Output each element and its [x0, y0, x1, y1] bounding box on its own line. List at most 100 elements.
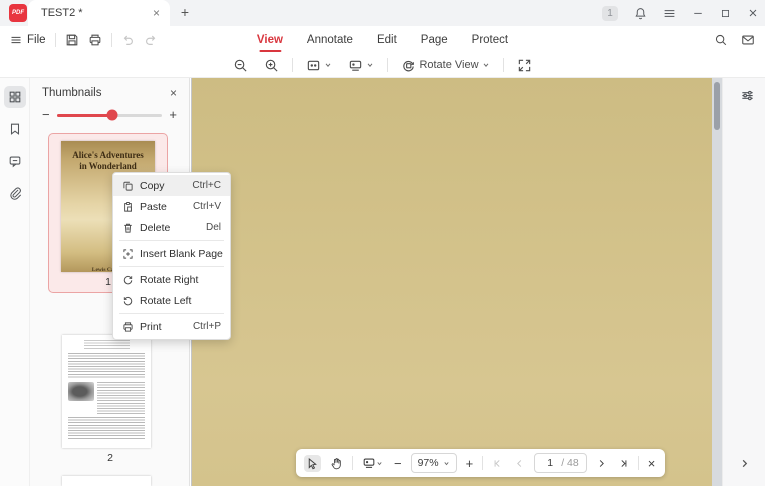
first-page-button[interactable] — [490, 456, 505, 471]
context-menu-rotate-left[interactable]: Rotate Left — [113, 290, 230, 311]
divider — [292, 58, 294, 72]
search-icon[interactable] — [714, 33, 728, 47]
rotate-view-label: Rotate View — [419, 59, 479, 71]
select-tool-icon[interactable] — [304, 454, 321, 472]
fullscreen-icon[interactable] — [514, 56, 535, 75]
context-menu-copy[interactable]: Copy Ctrl+C — [113, 175, 230, 196]
document-page-view[interactable] — [191, 78, 712, 486]
menu-page[interactable]: Page — [421, 26, 448, 53]
context-menu-rotate-right[interactable]: Rotate Right — [113, 269, 230, 290]
view-toolbar: Rotate View — [0, 53, 765, 78]
cover-title-line2: in Wonderland — [79, 160, 137, 171]
context-menu: Copy Ctrl+C Paste Ctrl+V Delete Del Inse… — [112, 172, 231, 340]
trash-icon — [121, 222, 134, 234]
menu-annotate[interactable]: Annotate — [307, 26, 353, 53]
page-number-input[interactable] — [542, 457, 559, 469]
maximize-button[interactable] — [720, 8, 731, 19]
scrollbar-thumb[interactable] — [714, 82, 720, 130]
bookmarks-panel-icon[interactable] — [4, 118, 26, 140]
page-2-inline-image — [68, 382, 94, 401]
context-menu-delete[interactable]: Delete Del — [113, 217, 230, 238]
page-display-dropdown[interactable] — [345, 56, 377, 75]
save-icon[interactable] — [65, 33, 79, 47]
expand-panel-chevron-icon[interactable] — [740, 459, 749, 468]
document-tab[interactable]: TEST2 * × — [28, 0, 170, 26]
hand-tool-icon[interactable] — [328, 455, 345, 472]
hamburger-menu-icon[interactable] — [663, 7, 676, 20]
zoom-out-button[interactable]: − — [392, 454, 404, 473]
page-3-thumbnail-partial[interactable] — [62, 476, 151, 486]
slider-minus-button[interactable]: − — [42, 108, 50, 121]
thumbnails-close-icon[interactable]: × — [170, 86, 177, 100]
zoom-out-icon[interactable] — [230, 56, 251, 75]
cover-title-line1: Alice's Adventures — [72, 150, 144, 160]
divider — [54, 32, 56, 47]
rotate-view-icon — [403, 60, 415, 71]
slider-handle[interactable] — [106, 109, 118, 121]
zoom-level-dropdown[interactable]: 97% — [410, 453, 457, 473]
context-menu-insert-blank-page[interactable]: Insert Blank Page — [113, 243, 230, 264]
new-tab-button[interactable]: + — [176, 4, 194, 20]
document-scrollbar[interactable] — [712, 78, 722, 486]
divider — [352, 456, 353, 470]
divider — [482, 456, 484, 470]
context-menu-print[interactable]: Print Ctrl+P — [113, 316, 230, 337]
rotate-left-icon — [121, 295, 134, 307]
context-menu-divider — [119, 313, 224, 314]
tab-close-icon[interactable]: × — [151, 6, 162, 20]
menu-view[interactable]: View — [257, 26, 283, 53]
main-menu: View Annotate Edit Page Protect — [257, 26, 508, 53]
context-menu-paste[interactable]: Paste Ctrl+V — [113, 196, 230, 217]
print-icon[interactable] — [88, 33, 102, 47]
close-window-button[interactable] — [747, 7, 759, 19]
slider-fill — [56, 113, 112, 117]
bell-icon[interactable] — [634, 7, 647, 20]
insert-blank-page-icon — [121, 248, 134, 260]
rotate-view-dropdown[interactable]: Rotate View — [398, 56, 492, 75]
pdf-editor-window: PDF TEST2 * × + 1 File View Annotate Edi… — [0, 0, 765, 486]
menu-edit[interactable]: Edit — [377, 26, 397, 53]
next-page-button[interactable] — [594, 456, 609, 471]
file-menu-button[interactable]: File — [10, 34, 46, 46]
page-total-label: / 48 — [561, 457, 579, 469]
slider-plus-button[interactable]: + — [169, 108, 177, 121]
page-2-thumbnail[interactable] — [62, 335, 151, 448]
right-panel-strip — [722, 78, 765, 486]
page-number-box: / 48 — [534, 453, 587, 473]
menu-bar: File View Annotate Edit Page Protect — [0, 26, 765, 53]
view-settings-icon[interactable] — [740, 88, 755, 103]
comments-panel-icon[interactable] — [4, 150, 26, 172]
copy-icon — [121, 180, 134, 192]
fit-page-dropdown[interactable] — [303, 56, 335, 75]
attachments-panel-icon[interactable] — [4, 182, 26, 204]
thumbnails-panel-icon[interactable] — [3, 86, 26, 108]
context-menu-divider — [119, 240, 224, 241]
undo-icon[interactable] — [121, 33, 135, 47]
notification-badge[interactable]: 1 — [602, 5, 618, 21]
previous-page-button[interactable] — [512, 456, 527, 471]
thumbnail-size-slider: − + — [42, 108, 177, 121]
minimize-button[interactable] — [692, 7, 704, 19]
last-page-button[interactable] — [616, 456, 631, 471]
title-bar: PDF TEST2 * × + 1 — [0, 0, 765, 26]
print-icon — [121, 321, 134, 333]
file-menu-label: File — [27, 33, 46, 46]
redo-icon[interactable] — [144, 33, 158, 47]
close-toolbar-button[interactable]: × — [646, 454, 658, 473]
divider — [387, 58, 389, 72]
mail-icon[interactable] — [741, 33, 755, 47]
tab-title: TEST2 * — [41, 7, 83, 19]
divider — [637, 456, 639, 470]
divider — [502, 58, 504, 72]
zoom-in-icon[interactable] — [261, 56, 282, 75]
page-2-number: 2 — [107, 452, 113, 464]
menu-protect[interactable]: Protect — [472, 26, 508, 53]
thumbnails-panel-title: Thumbnails — [42, 87, 102, 99]
page-display-dropdown[interactable] — [360, 454, 385, 472]
zoom-level-value: 97% — [417, 457, 439, 469]
page-navigation-toolbar: − 97% + / 48 × — [296, 449, 666, 477]
slider-track[interactable] — [56, 109, 163, 121]
divider — [110, 32, 112, 47]
paste-icon — [121, 201, 134, 213]
zoom-in-button[interactable]: + — [464, 454, 476, 473]
